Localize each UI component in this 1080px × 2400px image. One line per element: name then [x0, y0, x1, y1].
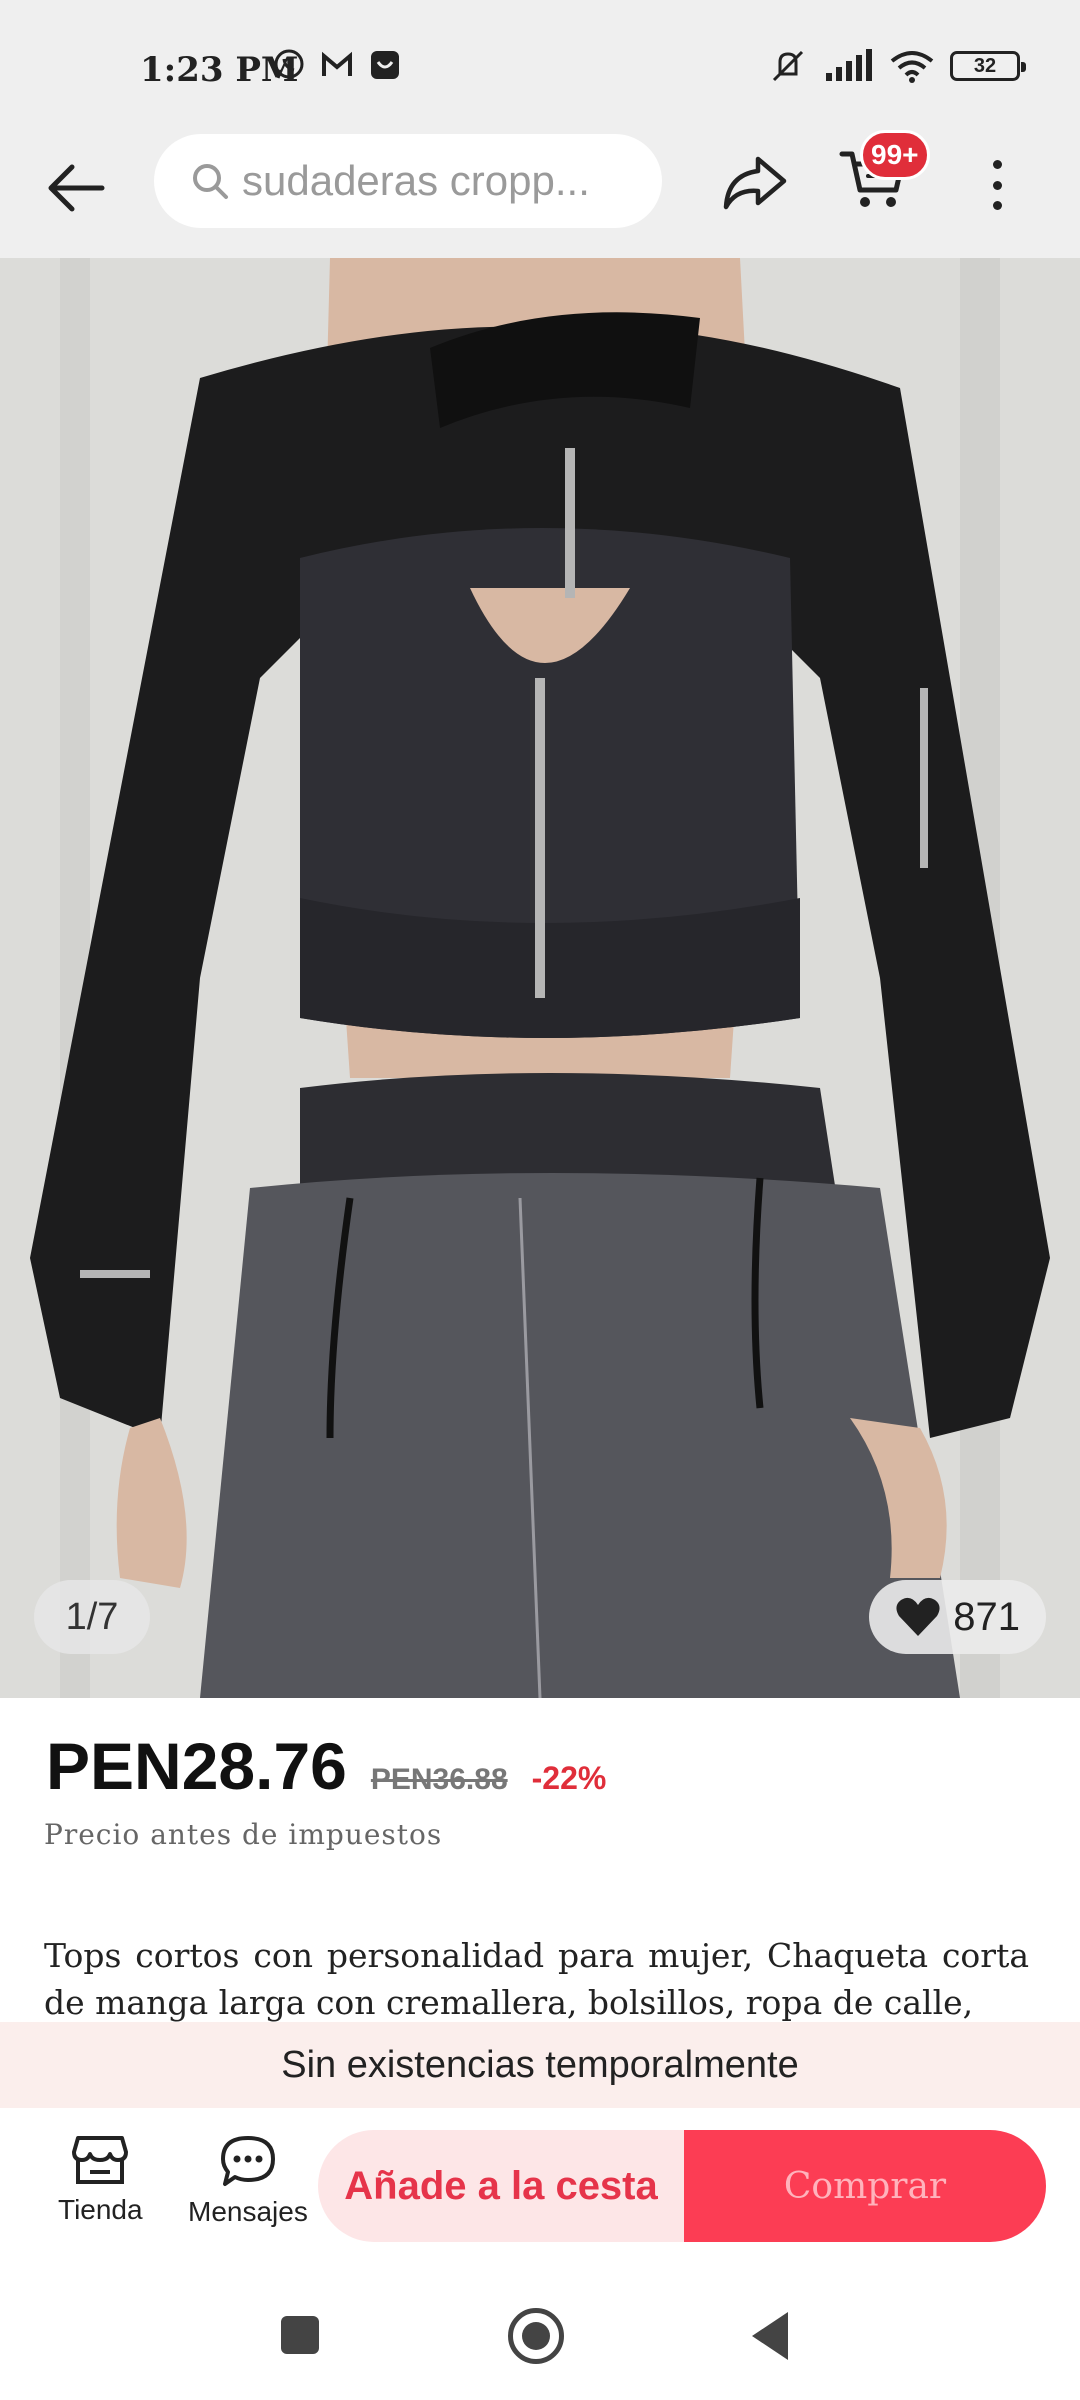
store-button[interactable]: Tienda — [58, 2134, 143, 2226]
more-dot — [993, 180, 1002, 190]
mute-icon — [772, 50, 804, 82]
tax-note: Precio antes de impuestos — [44, 1818, 443, 1851]
product-image-gallery[interactable]: 1/7 871 — [0, 258, 1080, 1698]
price-row: PEN28.76 PEN36.88 -22% — [46, 1728, 606, 1804]
system-navigation-bar — [0, 2268, 1080, 2400]
store-icon — [72, 2136, 129, 2184]
image-counter: 1/7 — [34, 1580, 150, 1654]
messages-button[interactable]: Mensajes — [188, 2134, 308, 2228]
add-to-cart-button[interactable]: Añade a la cesta — [318, 2130, 684, 2242]
original-price: PEN36.88 — [370, 1763, 508, 1796]
home-dot — [522, 2322, 550, 2350]
search-input[interactable]: sudaderas cropp... — [154, 134, 662, 228]
notification-icons — [272, 48, 402, 82]
status-bar: 1:23 PM 32 — [0, 0, 1080, 130]
more-dot — [993, 160, 1002, 169]
store-label: Tienda — [58, 2194, 143, 2225]
share-icon — [723, 156, 787, 210]
messages-label: Mensajes — [188, 2196, 308, 2227]
gmail-icon — [322, 51, 352, 76]
home-button[interactable] — [508, 2308, 564, 2364]
discount-percent: -22% — [531, 1760, 607, 1796]
heart-icon — [896, 1597, 940, 1636]
top-app-bar: sudaderas cropp... 99+ — [0, 130, 1080, 258]
product-photo — [0, 258, 1080, 1698]
cart-count-badge: 99+ — [860, 130, 930, 180]
search-query-text: sudaderas cropp... — [242, 157, 590, 204]
chat-bubble-icon — [220, 2136, 275, 2186]
arrow-left-icon — [48, 164, 105, 212]
wifi-icon — [890, 51, 934, 83]
current-price: PEN28.76 — [46, 1729, 347, 1803]
like-count: 871 — [953, 1594, 1020, 1639]
bottom-action-bar: Tienda Mensajes Añade a la cesta Comprar — [0, 2108, 1080, 2268]
system-icons: 32 — [768, 48, 1026, 84]
more-options-button[interactable] — [975, 150, 1020, 220]
like-button[interactable]: 871 — [869, 1580, 1046, 1654]
more-dot — [993, 201, 1002, 210]
recent-apps-button[interactable] — [281, 2316, 319, 2354]
system-back-button[interactable] — [752, 2312, 788, 2360]
whatsapp-icon — [274, 49, 304, 79]
signal-icon — [826, 49, 872, 81]
share-button[interactable] — [715, 148, 795, 218]
product-title: Tops cortos con personalidad para mujer,… — [44, 1936, 1029, 2022]
back-button[interactable] — [40, 152, 112, 224]
search-icon — [193, 164, 228, 199]
buy-now-button[interactable]: Comprar — [684, 2130, 1046, 2242]
app-icon — [371, 51, 399, 79]
out-of-stock-banner: Sin existencias temporalmente — [0, 2022, 1080, 2108]
battery-icon: 32 — [950, 51, 1026, 81]
